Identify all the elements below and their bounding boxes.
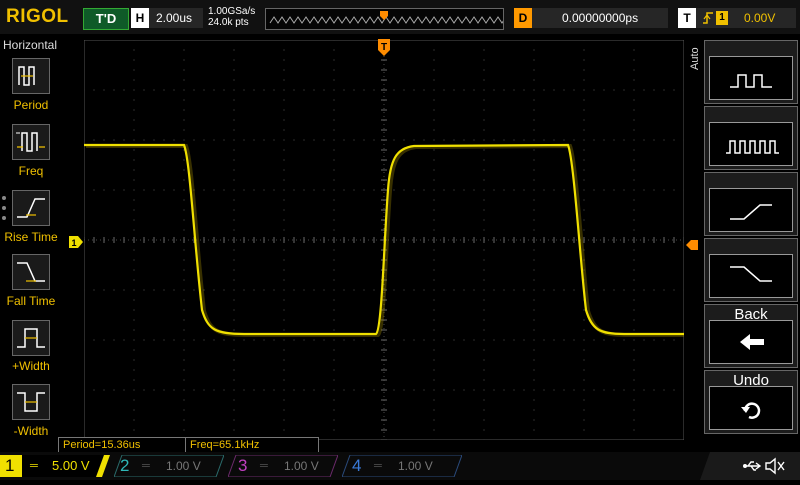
measure-period-label[interactable]: Period xyxy=(0,98,62,112)
channel-3-number: 3 xyxy=(238,456,248,475)
brand-logo: RIGOL xyxy=(6,6,69,27)
channel-1-coupling-icon: ═ xyxy=(30,460,38,472)
channel-1-offset-marker[interactable]: 1 xyxy=(69,235,83,253)
delay-label: D xyxy=(514,8,532,28)
channel-3-indicator[interactable]: 3 ═ 1.00 V xyxy=(228,455,338,477)
auto-menu-button-2[interactable] xyxy=(704,106,798,170)
channel-4-coupling-icon: ═ xyxy=(374,460,382,472)
waveform-display[interactable] xyxy=(84,40,684,440)
usb-icon xyxy=(742,458,762,479)
sample-rate: 1.00GSa/s xyxy=(208,6,256,17)
rise-time-icon[interactable] xyxy=(12,190,50,226)
positive-width-icon[interactable] xyxy=(12,320,50,356)
run-status-badge[interactable]: T'D xyxy=(83,8,129,30)
channel-1-number: 1 xyxy=(5,456,15,475)
memory-waveform-icon xyxy=(269,11,535,24)
measure-fall-time-label[interactable]: Fall Time xyxy=(0,294,62,308)
trigger-position-text: T xyxy=(381,42,387,53)
trigger-level-marker[interactable] xyxy=(686,237,698,255)
fall-time-icon[interactable] xyxy=(12,254,50,290)
channel-3-scale: 1.00 V xyxy=(284,459,319,473)
channel-3-coupling-icon: ═ xyxy=(260,460,268,472)
auto-menu-button-1[interactable] xyxy=(704,40,798,104)
trigger-source: 1 xyxy=(716,11,728,25)
channel-4-number: 4 xyxy=(352,456,362,475)
auto-label: Auto xyxy=(689,47,701,70)
falling-edge-icon xyxy=(709,254,793,298)
timebase-label: H xyxy=(131,8,149,28)
memory-depth: 24.0k pts xyxy=(208,17,249,28)
memory-overview-bar[interactable] xyxy=(265,8,535,30)
channel-4-scale: 1.00 V xyxy=(398,459,433,473)
pulse-train-icon xyxy=(709,122,793,166)
channel-2-indicator[interactable]: 2 ═ 1.00 V xyxy=(114,455,224,477)
acquisition-info: 1.00GSa/s 24.0k pts xyxy=(208,6,255,28)
undo-icon xyxy=(709,386,793,430)
channel-2-coupling-icon: ═ xyxy=(142,460,150,472)
back-arrow-icon xyxy=(709,320,793,364)
channel-1-scale: 5.00 V xyxy=(52,458,90,473)
timebase-value: 2.00us xyxy=(156,11,193,25)
trigger-level: 0.00V xyxy=(744,11,776,25)
rising-edge-icon xyxy=(709,188,793,232)
delay-indicator[interactable]: D 0.00000000ps xyxy=(514,8,668,28)
period-icon[interactable] xyxy=(12,58,50,94)
measure-negative-width-label[interactable]: -Width xyxy=(0,424,62,438)
trigger-label: T xyxy=(678,8,696,28)
channel-2-number: 2 xyxy=(120,456,130,475)
measure-rise-time-label[interactable]: Rise Time xyxy=(0,230,62,244)
trigger-indicator[interactable]: T 1 0.00V xyxy=(678,8,796,28)
negative-width-icon[interactable] xyxy=(12,384,50,420)
measurement-period[interactable]: Period=15.36us xyxy=(58,437,186,453)
timebase-indicator[interactable]: H 2.00us xyxy=(131,8,203,28)
auto-menu-button-4[interactable] xyxy=(704,238,798,302)
delay-value: 0.00000000ps xyxy=(562,11,639,25)
measurement-freq[interactable]: Freq=65.1kHz xyxy=(185,437,319,453)
channel-4-indicator[interactable]: 4 ═ 1.00 V xyxy=(342,455,462,477)
trigger-position-marker[interactable]: T xyxy=(378,39,390,62)
rising-edge-icon xyxy=(702,8,714,34)
speaker-muted-icon[interactable] xyxy=(764,457,786,480)
channel-2-scale: 1.00 V xyxy=(166,459,201,473)
auto-menu-button-3[interactable] xyxy=(704,172,798,236)
single-pulse-icon xyxy=(709,56,793,100)
undo-button[interactable]: Undo xyxy=(704,370,798,434)
measure-freq-label[interactable]: Freq xyxy=(0,164,62,178)
freq-icon[interactable] xyxy=(12,124,50,160)
channel-1-marker-text: 1 xyxy=(71,238,76,248)
back-button[interactable]: Back xyxy=(704,304,798,368)
left-menu-title: Horizontal xyxy=(3,38,58,52)
page-indicator-dots xyxy=(2,196,8,226)
measure-positive-width-label[interactable]: +Width xyxy=(0,359,62,373)
channel-1-indicator[interactable]: 1 ═ 5.00 V xyxy=(0,455,110,477)
